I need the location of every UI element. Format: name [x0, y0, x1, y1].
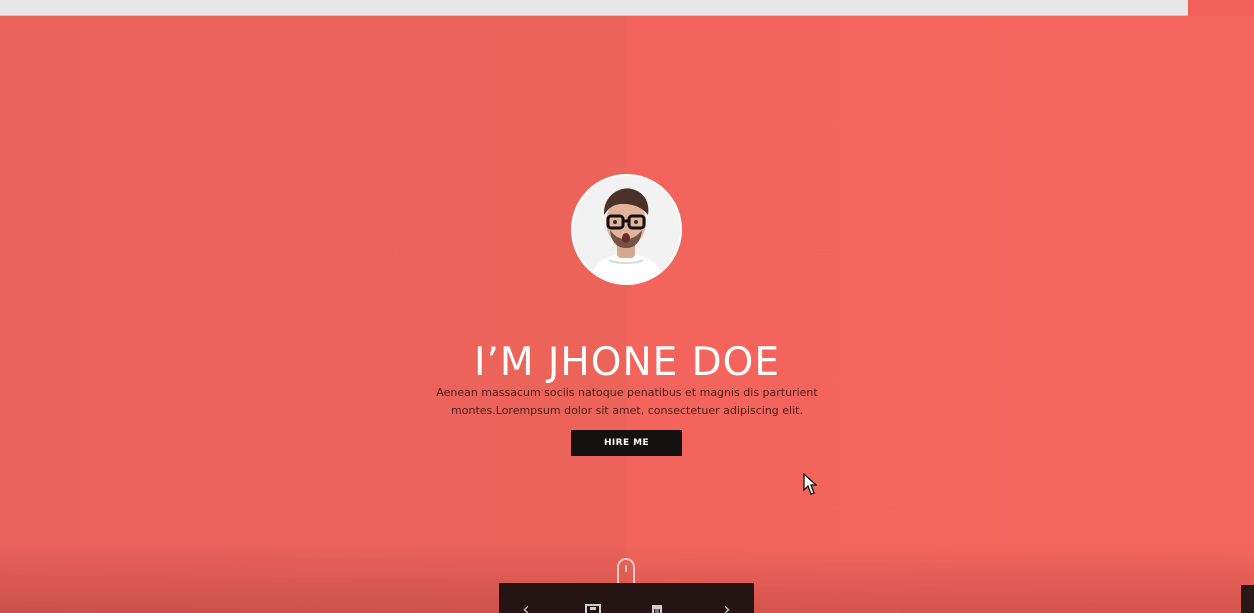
avatar [571, 174, 682, 285]
chevron-left-icon[interactable]: ‹ [517, 601, 535, 613]
hero-title: I’M JHONE DOE [473, 340, 781, 386]
mouse-pointer-icon [803, 473, 817, 495]
browser-viewport: I’M JHONE DOE Aenean massacum sociis nat… [0, 0, 1254, 613]
hire-me-button[interactable]: HIRE ME [571, 430, 682, 456]
right-edge-overlay [1241, 585, 1254, 613]
save-icon[interactable] [584, 603, 602, 613]
hero-description: Aenean massacum sociis natoque penatibus… [436, 386, 818, 417]
trash-icon[interactable] [648, 603, 666, 613]
player-controls-bar: ‹ › [499, 583, 754, 613]
top-strip [0, 0, 1188, 16]
hero-section [0, 16, 1254, 613]
chevron-right-icon[interactable]: › [718, 601, 736, 613]
top-strip-corner [1188, 0, 1254, 16]
